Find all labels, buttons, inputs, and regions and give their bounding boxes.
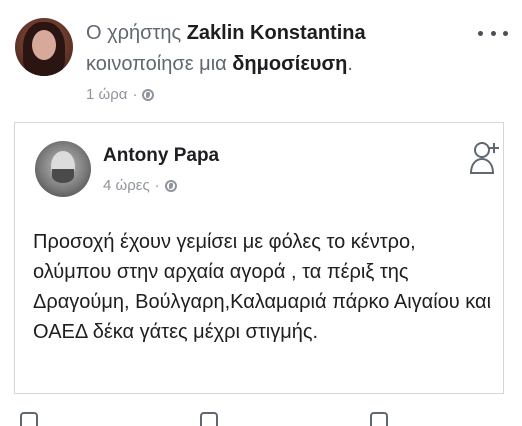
add-friend-icon[interactable]	[469, 139, 501, 175]
meta-separator: ·	[154, 177, 160, 194]
post-body-text: Προσοχή έχουν γεμίσει με φόλες το κέντρο…	[33, 231, 492, 343]
share-icon[interactable]	[370, 412, 388, 426]
share-header: Ο χρήστης Zaklin Konstantina κοινοποίησε…	[0, 0, 522, 118]
author-name-link[interactable]: Antony Papa	[103, 145, 219, 167]
post-meta: 4 ώρες ·	[103, 177, 177, 194]
share-action-text: κοινοποίησε μια	[86, 53, 227, 75]
globe-icon	[142, 88, 155, 101]
sharer-name-link[interactable]: Zaklin Konstantina	[187, 22, 366, 44]
like-icon[interactable]	[20, 412, 38, 426]
globe-icon	[164, 179, 177, 192]
comment-icon[interactable]	[200, 412, 218, 426]
share-period: .	[347, 53, 353, 75]
shared-post-card: Antony Papa 4 ώρες · Προσοχή έχουν γεμίσ…	[14, 122, 504, 394]
author-avatar[interactable]	[35, 141, 91, 197]
share-meta: 1 ώρα ·	[86, 86, 155, 103]
more-horizontal-icon[interactable]	[478, 28, 508, 38]
share-line-1: Ο χρήστης Zaklin Konstantina	[86, 22, 366, 45]
sharer-avatar[interactable]	[15, 18, 73, 76]
meta-separator: ·	[132, 86, 138, 103]
shared-post-link[interactable]: δημοσίευση	[232, 53, 347, 75]
post-time-link[interactable]: 4 ώρες	[103, 177, 150, 194]
share-line-2: κοινοποίησε μια δημοσίευση.	[86, 53, 353, 76]
post-action-bar	[0, 404, 522, 426]
share-prefix: Ο χρήστης	[86, 22, 182, 44]
share-time-link[interactable]: 1 ώρα	[86, 86, 127, 103]
